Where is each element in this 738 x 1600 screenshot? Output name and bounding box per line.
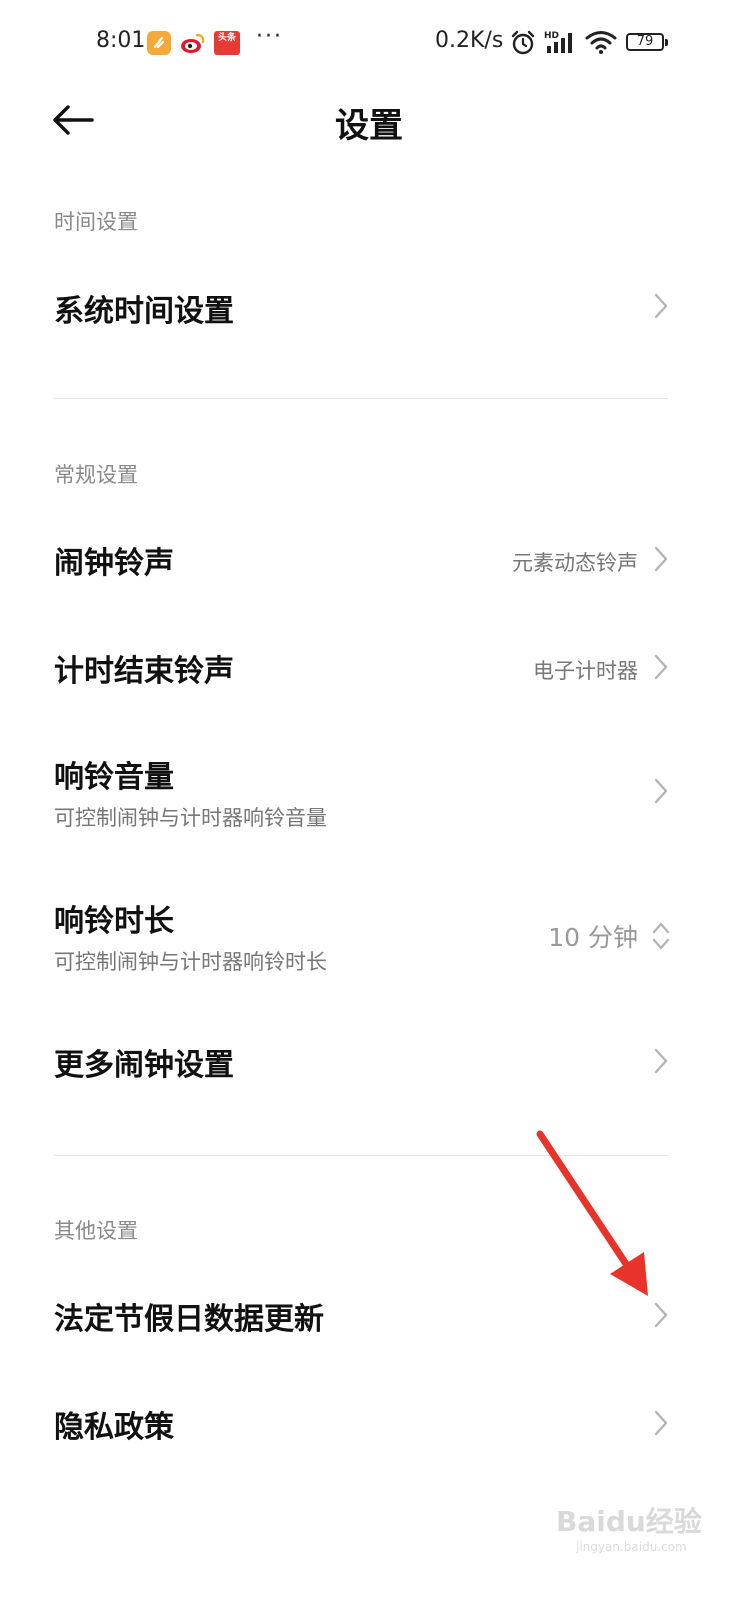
battery-icon: 79 bbox=[626, 33, 668, 51]
chevron-right-icon bbox=[654, 1410, 668, 1436]
watermark-sub: jingyan.baidu.com bbox=[576, 1540, 687, 1554]
battery-level: 79 bbox=[636, 34, 654, 49]
row-label: 响铃时长 bbox=[54, 904, 174, 939]
row-alarm-ringtone[interactable]: 闹钟铃声 元素动态铃声 bbox=[0, 522, 738, 598]
wifi-icon bbox=[585, 30, 617, 58]
notification-app-icon bbox=[147, 31, 171, 55]
chevron-right-icon bbox=[654, 546, 668, 572]
row-ring-volume[interactable]: 响铃音量 可控制闹钟与计时器响铃音量 bbox=[0, 740, 738, 844]
toutiao-label: 头条 bbox=[217, 33, 236, 43]
row-timer-ringtone[interactable]: 计时结束铃声 电子计时器 bbox=[0, 630, 738, 706]
status-time: 8:01 bbox=[96, 28, 146, 53]
annotation-arrow-icon bbox=[536, 1130, 648, 1296]
weibo-icon bbox=[180, 31, 205, 55]
page-title: 设置 bbox=[335, 106, 403, 146]
toutiao-icon: 头条 bbox=[214, 31, 240, 55]
row-label: 法定节假日数据更新 bbox=[54, 1302, 324, 1337]
baidu-watermark: Baidu经验 jingyan.baidu.com bbox=[556, 1500, 702, 1554]
row-value: 电子计时器 bbox=[533, 659, 638, 683]
cellular-signal-icon: HD bbox=[544, 30, 578, 58]
row-more-alarm-settings[interactable]: 更多闹钟设置 bbox=[0, 1024, 738, 1100]
section-title-general: 常规设置 bbox=[54, 463, 138, 487]
row-label: 计时结束铃声 bbox=[54, 654, 234, 689]
row-value: 元素动态铃声 bbox=[512, 551, 638, 575]
chevron-right-icon bbox=[654, 1048, 668, 1074]
section-title-time: 时间设置 bbox=[54, 210, 138, 234]
row-label: 响铃音量 bbox=[54, 760, 174, 795]
row-system-time[interactable]: 系统时间设置 bbox=[0, 270, 738, 346]
section-title-other: 其他设置 bbox=[54, 1219, 138, 1243]
row-privacy-policy[interactable]: 隐私政策 bbox=[0, 1386, 738, 1462]
network-speed: 0.2K/s bbox=[435, 28, 504, 53]
status-bar: 8:01 头条 ··· 0.2K/s HD 79 bbox=[0, 0, 738, 88]
hd-label: HD bbox=[544, 31, 559, 41]
duration-value: 10 分钟 bbox=[548, 923, 638, 952]
row-subtitle: 可控制闹钟与计时器响铃音量 bbox=[54, 806, 327, 830]
watermark-text: Baidu经验 bbox=[556, 1505, 702, 1538]
row-label: 系统时间设置 bbox=[54, 294, 234, 329]
chevron-up-down-icon bbox=[652, 922, 670, 950]
more-notifications-icon: ··· bbox=[256, 24, 283, 49]
chevron-right-icon bbox=[654, 778, 668, 804]
row-label: 隐私政策 bbox=[54, 1410, 174, 1445]
chevron-right-icon bbox=[654, 654, 668, 680]
row-ring-duration[interactable]: 响铃时长 可控制闹钟与计时器响铃时长 10 分钟 bbox=[0, 884, 738, 988]
row-subtitle: 可控制闹钟与计时器响铃时长 bbox=[54, 950, 327, 974]
row-label: 更多闹钟设置 bbox=[54, 1048, 234, 1083]
row-label: 闹钟铃声 bbox=[54, 546, 174, 581]
alarm-icon bbox=[509, 30, 537, 60]
divider bbox=[54, 398, 668, 399]
chevron-right-icon bbox=[654, 293, 668, 319]
